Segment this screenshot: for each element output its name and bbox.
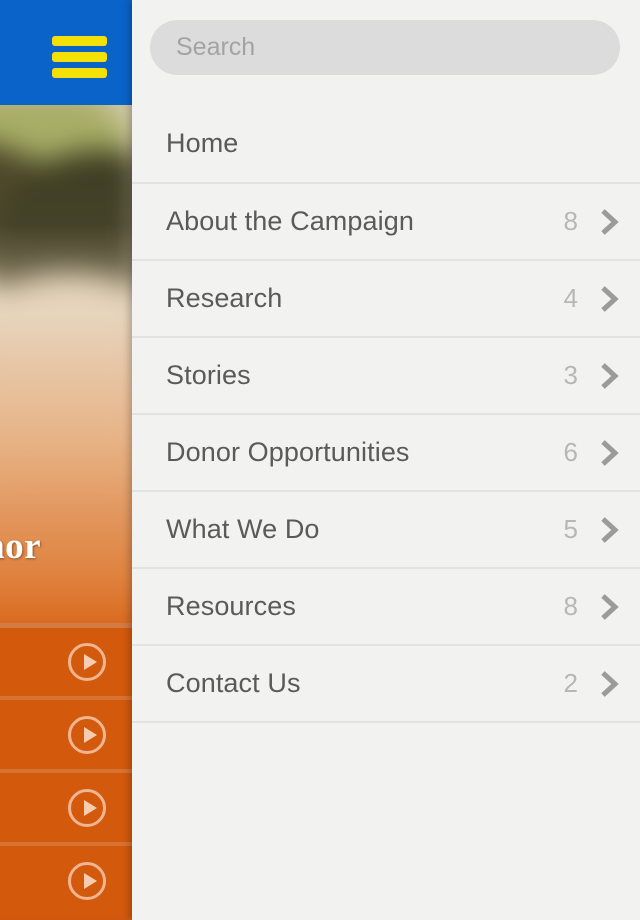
hero-banner: donor (0, 105, 132, 623)
menu-item-stories[interactable]: Stories 3 (132, 336, 640, 413)
search-bar (150, 20, 620, 75)
page-behind-drawer: donor (0, 0, 132, 920)
play-circle-icon[interactable] (68, 643, 106, 681)
menu-item-contact-us[interactable]: Contact Us 2 (132, 644, 640, 721)
chevron-right-icon[interactable] (578, 438, 640, 468)
navigation-drawer: Home About the Campaign 8 Research 4 Stories 3… (132, 0, 640, 920)
menu-item-resources[interactable]: Resources 8 (132, 567, 640, 644)
hamburger-bar-2 (52, 52, 107, 62)
menu-item-what-we-do[interactable]: What We Do 5 (132, 490, 640, 567)
chevron-right-icon[interactable] (578, 515, 640, 545)
video-card[interactable] (0, 769, 132, 842)
menu-item-count: 2 (563, 668, 578, 698)
video-card[interactable] (0, 623, 132, 696)
menu-item-label: Stories (166, 360, 251, 390)
play-circle-icon[interactable] (68, 715, 106, 754)
menu-item-label: Donor Opportunities (166, 437, 410, 467)
menu-item-home[interactable]: Home (132, 105, 640, 182)
menu-item-count: 6 (563, 437, 578, 467)
video-card[interactable] (0, 696, 132, 769)
chevron-right-icon[interactable] (578, 284, 640, 314)
search-input[interactable] (150, 20, 620, 75)
menu-item-count: 4 (563, 283, 578, 313)
menu-item-label: Contact Us (166, 668, 301, 698)
chevron-right-icon[interactable] (578, 207, 640, 237)
play-circle-icon[interactable] (68, 788, 106, 827)
video-card[interactable] (0, 842, 132, 915)
menu-item-count: 5 (563, 514, 578, 544)
drawer-menu: Home About the Campaign 8 Research 4 Stories 3… (132, 105, 640, 723)
app-top-bar (0, 0, 132, 105)
hamburger-bar-3 (52, 68, 107, 78)
mobile-screen: donor Home About the Campaign 8 Research 4 St… (0, 0, 640, 920)
menu-item-count: 8 (563, 206, 578, 236)
menu-list: Home About the Campaign 8 Research 4 Stories 3… (132, 105, 640, 723)
hamburger-bar-1 (52, 36, 107, 46)
menu-item-count: 8 (563, 591, 578, 621)
menu-item-label: Resources (166, 591, 296, 621)
menu-item-donor-opportunities[interactable]: Donor Opportunities 6 (132, 413, 640, 490)
menu-item-about-the-campaign[interactable]: About the Campaign 8 (132, 182, 640, 259)
menu-item-count: 3 (563, 360, 578, 390)
chevron-right-icon[interactable] (578, 592, 640, 622)
play-circle-icon[interactable] (68, 861, 106, 900)
menu-item-label: What We Do (166, 514, 320, 544)
menu-item-label: About the Campaign (166, 206, 414, 236)
hamburger-menu-icon[interactable] (52, 36, 107, 78)
menu-item-label: Research (166, 283, 283, 313)
video-card-list (0, 623, 132, 920)
menu-item-research[interactable]: Research 4 (132, 259, 640, 336)
hero-title-text: donor (0, 526, 42, 567)
chevron-right-icon[interactable] (578, 669, 640, 699)
menu-item-label: Home (166, 128, 239, 158)
chevron-right-icon[interactable] (578, 361, 640, 391)
